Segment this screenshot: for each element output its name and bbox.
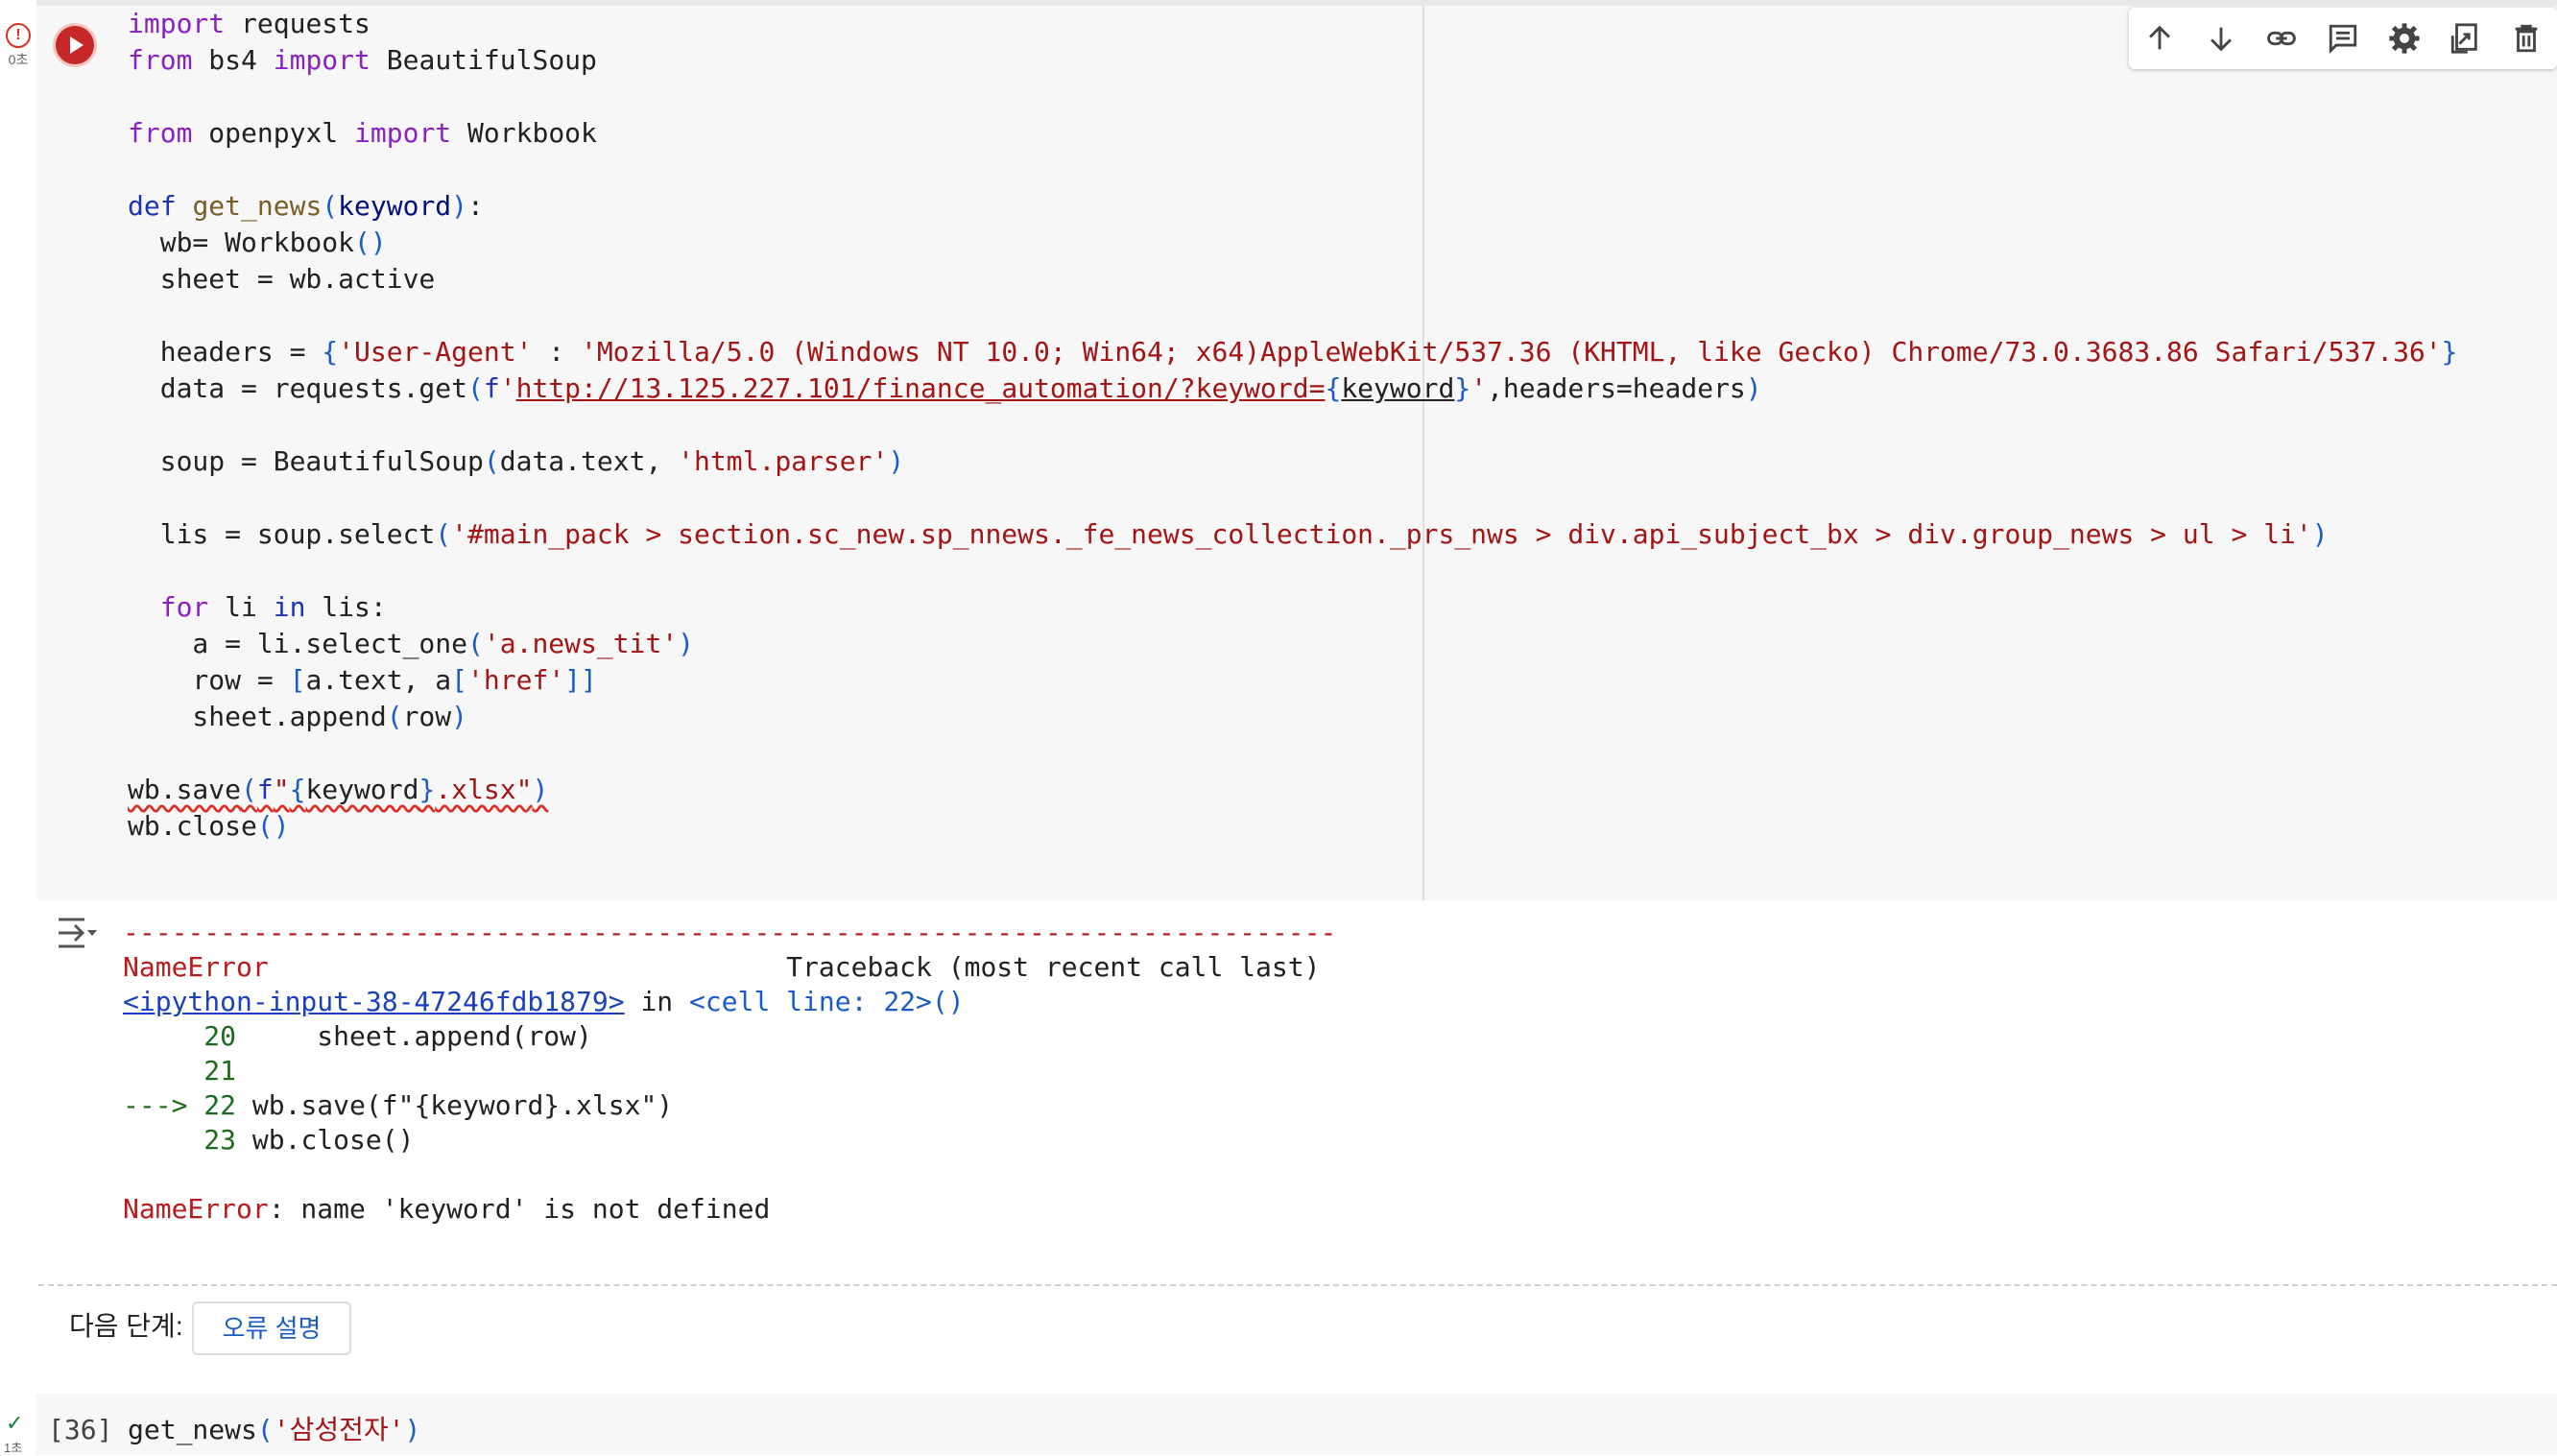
code-line-6: def get_news(keyword): — [128, 190, 484, 222]
code-line-1: import requests — [128, 8, 370, 39]
traceback-line: 20 sheet.append(row) — [203, 1020, 592, 1052]
cell-toolbar — [2129, 8, 2557, 69]
next-cell-exec-time: 1초 — [4, 1441, 23, 1455]
traceback-title: Traceback (most recent call last) — [786, 951, 1321, 983]
move-cell-down-button[interactable] — [2190, 8, 2252, 69]
code-content[interactable]: import requests from bs4 import Beautifu… — [128, 6, 2458, 845]
code-line-18: a = li.select_one('a.news_tit') — [128, 628, 695, 659]
traceback-line: 23 wb.close() — [203, 1124, 415, 1156]
cell-gutter — [0, 0, 36, 1455]
code-line-20: sheet.append(row) — [128, 701, 468, 732]
code-line-17: for li in lis: — [159, 591, 387, 623]
code-line-22: wb.save(f"{keyword}.xlsx") — [128, 774, 549, 805]
cell-left-strip — [36, 6, 115, 900]
code-line-10: headers = {'User-Agent' : 'Mozilla/5.0 (… — [128, 336, 2458, 368]
code-line-7: wb= Workbook() — [128, 227, 387, 258]
code-line-11: data = requests.get(f'http://13.125.227.… — [128, 372, 1762, 404]
error-message: NameError: name 'keyword' is not defined — [123, 1193, 771, 1225]
next-steps-label: 다음 단계: — [69, 1311, 183, 1341]
add-comment-button[interactable] — [2312, 8, 2374, 69]
arrow-up-icon — [2148, 25, 2170, 50]
settings-icon — [2389, 23, 2420, 54]
error-status-icon: ! — [6, 23, 31, 48]
cell-line-ref: <cell line: 22>() — [689, 986, 965, 1017]
move-cell-up-button[interactable] — [2129, 8, 2190, 69]
output-divider — [38, 1284, 2557, 1286]
mirror-cell-button[interactable] — [2435, 8, 2497, 69]
run-cell-button[interactable] — [56, 26, 94, 64]
explain-error-button[interactable]: 오류 설명 — [192, 1301, 351, 1355]
check-icon: ✓ — [6, 1411, 24, 1435]
delete-cell-button[interactable] — [2496, 8, 2557, 69]
mirror-cell-icon — [2451, 23, 2478, 54]
traceback-line-current: ---> 22 wb.save(f"{keyword}.xlsx") — [123, 1089, 674, 1121]
output-actions-icon[interactable] — [56, 914, 100, 952]
arrow-down-icon — [2210, 27, 2232, 52]
code-line-15: lis = soup.select('#main_pack > section.… — [128, 518, 2329, 550]
execution-time: 0초 — [8, 52, 29, 67]
comment-icon — [2329, 24, 2357, 55]
code-line-13: soup = BeautifulSoup(data.text, 'html.pa… — [128, 445, 905, 477]
next-steps-bar — [36, 1288, 2557, 1372]
next-cell-code[interactable]: get_news('삼성전자') — [128, 1413, 420, 1447]
execution-status: ! 0초 — [2, 23, 35, 69]
delete-icon — [2515, 24, 2538, 53]
code-line-19: row = [a.text, a['href']] — [128, 664, 597, 696]
copy-link-button[interactable] — [2251, 8, 2312, 69]
code-line-2: from bs4 import BeautifulSoup — [128, 44, 597, 76]
link-icon — [2267, 31, 2297, 46]
traceback-line: 21 — [203, 1055, 237, 1086]
code-line-23: wb.close() — [128, 810, 290, 842]
code-line-8: sheet = wb.active — [128, 263, 436, 295]
code-line-4: from openpyxl import Workbook — [128, 117, 597, 149]
execution-count: [36] — [48, 1414, 113, 1445]
traceback-output: ----------------------------------------… — [123, 917, 1337, 1225]
error-name: NameError — [123, 951, 269, 983]
traceback-divider: ----------------------------------------… — [123, 917, 1337, 948]
ipython-input-link[interactable]: <ipython-input-38-47246fdb1879> — [123, 986, 625, 1017]
cell-settings-button[interactable] — [2374, 8, 2435, 69]
